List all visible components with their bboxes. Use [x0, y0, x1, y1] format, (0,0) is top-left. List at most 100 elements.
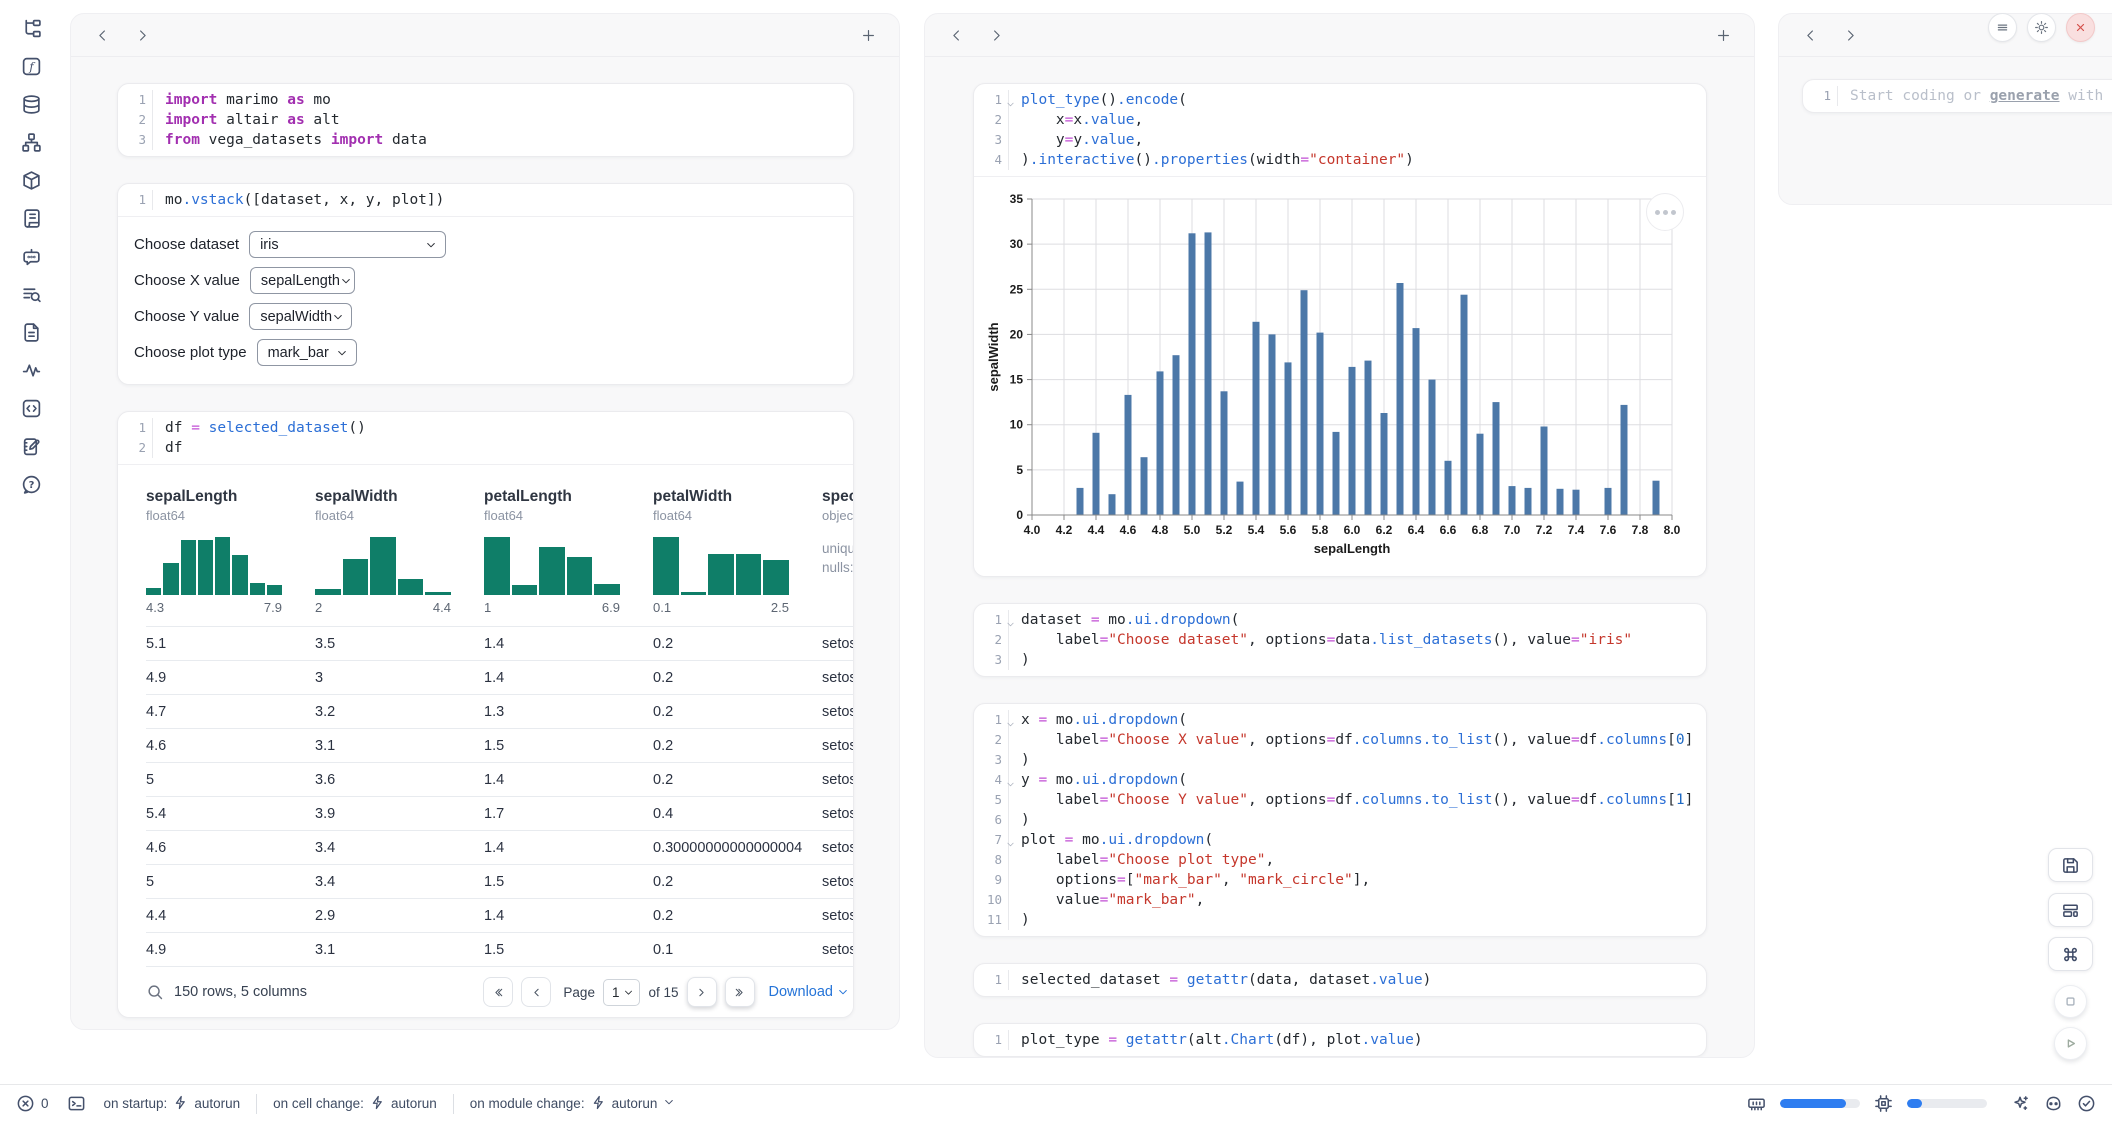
table-column-header[interactable]: speciesobjectunique:nulls: [822, 487, 853, 618]
altair-bar-chart[interactable]: 4.04.24.44.64.85.05.25.45.65.86.06.26.46… [974, 177, 1706, 576]
search-icon[interactable] [146, 983, 164, 1001]
column-histogram[interactable]: 4.37.9 [146, 537, 282, 618]
chart-options-icon[interactable] [1646, 193, 1684, 231]
menu-icon[interactable] [1988, 13, 2017, 42]
table-cell: 5.1 [146, 636, 315, 652]
table-row[interactable]: 4.931.40.2setosa [146, 660, 853, 694]
prev-page-button[interactable] [521, 977, 551, 1007]
bar-chart-svg[interactable]: 4.04.24.44.64.85.05.25.45.65.86.06.26.46… [986, 187, 1686, 559]
settings-gear-icon[interactable] [2027, 13, 2056, 42]
code-line: 2 label="Choose X value", options=df.col… [974, 730, 1706, 750]
run-button[interactable] [2054, 1027, 2087, 1060]
cell-vstack[interactable]: 1mo.vstack([dataset, x, y, plot]) Choose… [117, 183, 854, 385]
code-editor[interactable]: 1import marimo as mo2import altair as al… [118, 84, 853, 156]
dropdown-label: Choose plot type [134, 344, 247, 361]
download-button[interactable]: Download [769, 984, 850, 1000]
stop-button[interactable] [2054, 985, 2087, 1018]
cell-imports[interactable]: 1import marimo as mo2import altair as al… [117, 83, 854, 157]
on-cell-change-setting[interactable]: on cell change: autorun [273, 1095, 437, 1113]
table-row[interactable]: 4.63.41.40.30000000000000004setosa [146, 830, 853, 864]
choose-x-value-select[interactable]: sepalLength [250, 267, 355, 294]
code-editor[interactable]: 1mo.vstack([dataset, x, y, plot]) [118, 184, 853, 216]
table-column-header[interactable]: petalWidthfloat640.12.5 [653, 487, 822, 618]
list-search-icon[interactable] [14, 282, 48, 306]
table-cell: 0.2 [653, 704, 822, 720]
line-number: 8 [974, 850, 1008, 870]
table-row[interactable]: 4.93.11.50.1setosa [146, 932, 853, 966]
documentation-icon[interactable] [14, 320, 48, 344]
code-placeholder-input[interactable]: Start coding or generate with [1837, 86, 2103, 106]
chat-icon[interactable] [14, 244, 48, 268]
page-select[interactable]: 1 [603, 979, 641, 1006]
add-cell-icon[interactable] [855, 22, 881, 48]
copilot-icon[interactable] [2044, 1094, 2063, 1113]
next-page-button[interactable] [687, 977, 717, 1007]
snippets-icon[interactable] [14, 396, 48, 420]
scratchpad-icon[interactable] [14, 434, 48, 458]
table-row[interactable]: 53.61.40.2setosa [146, 762, 853, 796]
ram-usage-bar[interactable] [1780, 1099, 1860, 1108]
add-cell-icon[interactable] [1710, 22, 1736, 48]
packages-icon[interactable] [14, 168, 48, 192]
code-editor[interactable]: 1plot_type().encode(2 x=x.value,3 y=y.va… [974, 84, 1706, 176]
table-column-header[interactable]: sepalLengthfloat644.37.9 [146, 487, 315, 618]
code-editor[interactable]: 1df = selected_dataset()2df [118, 412, 853, 464]
table-row[interactable]: 53.41.50.2setosa [146, 864, 853, 898]
help-icon[interactable]: ? [14, 472, 48, 496]
on-module-change-setting[interactable]: on module change: autorun [470, 1095, 676, 1113]
table-column-header[interactable]: petalLengthfloat6416.9 [484, 487, 653, 618]
logs-icon[interactable] [14, 206, 48, 230]
shutdown-close-icon[interactable] [2066, 13, 2095, 42]
code-editor[interactable]: 1selected_dataset = getattr(data, datase… [974, 964, 1706, 996]
choose-dataset-select[interactable]: iris [249, 231, 446, 258]
errors-icon[interactable] [16, 1094, 35, 1113]
ai-sparkles-icon[interactable] [2011, 1094, 2030, 1113]
terminal-icon[interactable] [67, 1094, 86, 1113]
generate-link[interactable]: generate [1990, 88, 2060, 104]
layout-button[interactable] [2048, 893, 2093, 927]
functions-icon[interactable]: f [14, 54, 48, 78]
cell-dataset-dropdown[interactable]: 1dataset = mo.ui.dropdown(2 label="Choos… [973, 603, 1707, 677]
column-histogram[interactable]: 16.9 [484, 537, 620, 618]
cpu-usage-bar[interactable] [1907, 1099, 1987, 1108]
code-line: 2 x=x.value, [974, 110, 1706, 130]
cell-xy-plot-dropdowns[interactable]: 1x = mo.ui.dropdown(2 label="Choose X va… [973, 703, 1707, 937]
choose-y-value-select[interactable]: sepalWidth [249, 303, 352, 330]
code-editor[interactable]: 1plot_type = getattr(alt.Chart(df), plot… [974, 1024, 1706, 1056]
file-tree-icon[interactable] [14, 16, 48, 40]
cell-dataframe[interactable]: 1df = selected_dataset()2df sepalLengthf… [117, 411, 854, 1018]
scratch-cell[interactable]: 1 Start coding or generate with [1802, 79, 2112, 113]
table-row[interactable]: 4.63.11.50.2setosa [146, 728, 853, 762]
cell-plot-type[interactable]: 1plot_type = getattr(alt.Chart(df), plot… [973, 1023, 1707, 1057]
cell-plot[interactable]: 1plot_type().encode(2 x=x.value,3 y=y.va… [973, 83, 1707, 577]
column-histogram[interactable]: 0.12.5 [653, 537, 789, 618]
forward-chevron-icon[interactable] [129, 22, 155, 48]
choose-plot-type-select[interactable]: mark_bar [257, 339, 357, 366]
table-row[interactable]: 5.43.91.70.4setosa [146, 796, 853, 830]
first-page-button[interactable] [483, 977, 513, 1007]
tracing-icon[interactable] [14, 358, 48, 382]
histogram-bar [653, 537, 679, 595]
table-column-header[interactable]: sepalWidthfloat6424.4 [315, 487, 484, 618]
code-editor[interactable]: 1x = mo.ui.dropdown(2 label="Choose X va… [974, 704, 1706, 936]
table-row[interactable]: 5.13.51.40.2setosa [146, 626, 853, 660]
back-chevron-icon[interactable] [89, 22, 115, 48]
column-histogram[interactable]: 24.4 [315, 537, 451, 618]
last-page-button[interactable] [725, 977, 755, 1007]
table-row[interactable]: 4.73.21.30.2setosa [146, 694, 853, 728]
forward-chevron-icon[interactable] [983, 22, 1009, 48]
cell-selected-dataset[interactable]: 1selected_dataset = getattr(data, datase… [973, 963, 1707, 997]
forward-chevron-icon[interactable] [1837, 22, 1863, 48]
code-editor[interactable]: 1dataset = mo.ui.dropdown(2 label="Choos… [974, 604, 1706, 676]
line-number: 3 [118, 130, 152, 150]
dependency-graph-icon[interactable] [14, 130, 48, 154]
database-icon[interactable] [14, 92, 48, 116]
keyboard-shortcuts-button[interactable] [2048, 937, 2093, 971]
back-chevron-icon[interactable] [943, 22, 969, 48]
line-number: 6 [974, 810, 1008, 830]
connection-check-icon[interactable] [2077, 1094, 2096, 1113]
table-row[interactable]: 4.42.91.40.2setosa [146, 898, 853, 932]
save-button[interactable] [2048, 848, 2093, 882]
on-startup-setting[interactable]: on startup: autorun [104, 1095, 241, 1113]
back-chevron-icon[interactable] [1797, 22, 1823, 48]
